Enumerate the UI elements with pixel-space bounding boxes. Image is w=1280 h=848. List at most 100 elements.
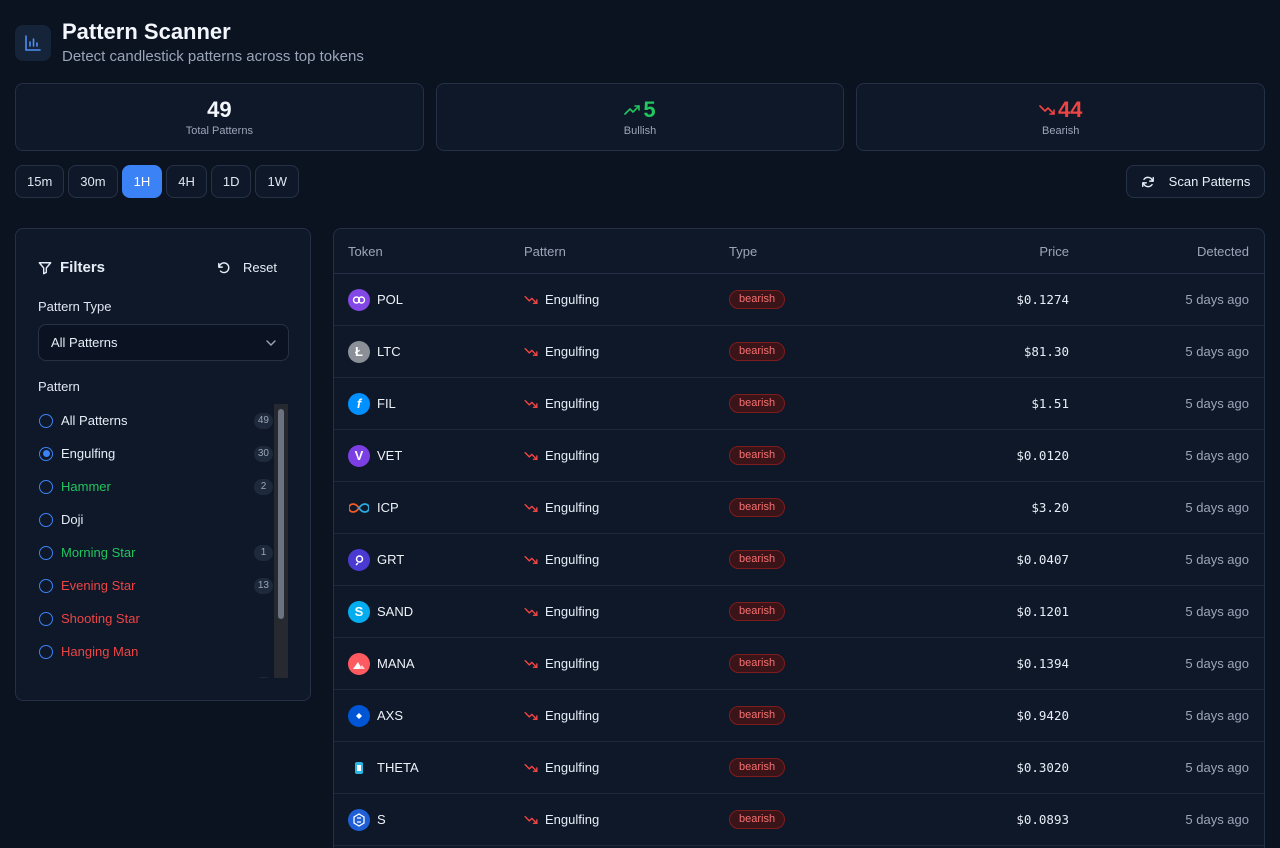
detected-cell: 5 days ago [1185,344,1249,359]
pattern-option-label: Evening Star [61,578,136,593]
pattern-name: Engulfing [545,448,600,463]
col-token[interactable]: Token [334,244,524,259]
detected-cell: 5 days ago [1185,448,1249,463]
pattern-list-scroll-thumb[interactable] [278,409,284,619]
s-icon [348,808,370,831]
token-symbol: ICP [377,500,399,515]
type-badge: bearish [729,290,786,309]
scan-patterns-label: Scan Patterns [1168,174,1251,189]
detected-cell: 5 days ago [1185,656,1249,671]
radio-button[interactable] [39,611,53,626]
pattern-option-label: Hanging Man [61,644,139,659]
radio-button[interactable] [39,677,53,678]
col-price[interactable]: Price [919,244,1069,259]
pattern-option[interactable]: Engulfing 30 [37,437,289,470]
stat-bearish: 44 Bearish [856,83,1266,151]
detected-cell: 5 days ago [1185,500,1249,515]
table-row[interactable]: MANA Engulfing bearish $0.1394 5 days ago [334,638,1264,690]
trending-down-icon [524,659,538,668]
trending-down-icon [524,711,538,720]
type-badge: bearish [729,602,786,621]
timeframe-30m[interactable]: 30m [68,165,118,198]
pattern-option[interactable]: Morning Star 1 [37,536,289,569]
page-header: Pattern Scanner Detect candlestick patte… [15,18,364,65]
radio-button[interactable] [39,578,53,593]
table-row[interactable]: AXS Engulfing bearish $0.9420 5 days ago [334,690,1264,742]
col-pattern[interactable]: Pattern [524,244,729,259]
token-symbol: SAND [377,604,414,619]
pattern-option[interactable]: Hanging Man [37,635,289,668]
table-body: POL Engulfing bearish $0.1274 5 days ago Ł LTC… [334,274,1264,846]
vet-icon: V [348,444,370,467]
sand-icon: S [348,600,370,623]
pattern-count-badge: 30 [253,445,273,462]
timeframe-1h[interactable]: 1H [121,165,163,198]
pattern-option-label: All Patterns [61,413,128,428]
radio-button[interactable] [39,512,53,527]
pattern-option[interactable]: All Patterns 49 [37,404,289,437]
pattern-name: Engulfing [545,604,600,619]
mana-icon [348,652,370,675]
price-cell: $0.1201 [1016,604,1069,619]
timeframe-15m[interactable]: 15m [15,165,65,198]
radio-button[interactable] [39,413,53,428]
grt-icon [348,548,370,571]
table-row[interactable]: THETA Engulfing bearish $0.3020 5 days ago [334,742,1264,794]
table-row[interactable]: S Engulfing bearish $0.0893 5 days ago [334,794,1264,846]
col-type[interactable]: Type [729,244,919,259]
pattern-option[interactable]: Harami 2 [37,668,289,678]
radio-button[interactable] [39,446,53,461]
token-symbol: GRT [377,552,405,567]
stat-total: 49 Total Patterns [15,83,424,151]
trending-down-icon [524,295,538,304]
fil-icon: f [348,392,370,415]
table-row[interactable]: POL Engulfing bearish $0.1274 5 days ago [334,274,1264,326]
bar-chart-icon [15,25,51,61]
token-symbol: LTC [377,344,401,359]
stat-bearish-label: Bearish [1042,125,1080,137]
reset-button[interactable]: Reset [217,260,277,275]
radio-button[interactable] [39,545,53,560]
pattern-name: Engulfing [545,552,600,567]
pattern-type-select[interactable]: All Patterns [38,324,289,361]
radio-button[interactable] [39,479,53,494]
table-row[interactable]: ICP Engulfing bearish $3.20 5 days ago [334,482,1264,534]
pattern-option[interactable]: Hammer 2 [37,470,289,503]
page-subtitle: Detect candlestick patterns across top t… [62,48,364,65]
filters-panel: Filters Reset Pattern Type All Patterns … [15,228,311,701]
detected-cell: 5 days ago [1185,708,1249,723]
detected-cell: 5 days ago [1185,812,1249,827]
radio-button[interactable] [39,644,53,659]
type-badge: bearish [729,654,786,673]
pattern-count-badge: 1 [254,544,273,561]
type-badge: bearish [729,446,786,465]
detected-cell: 5 days ago [1185,292,1249,307]
table-row[interactable]: S SAND Engulfing bearish $0.1201 5 days ago [334,586,1264,638]
table-row[interactable]: Ł LTC Engulfing bearish $81.30 5 days ago [334,326,1264,378]
col-detected[interactable]: Detected [1069,244,1249,259]
scan-patterns-button[interactable]: Scan Patterns [1126,165,1265,198]
price-cell: $0.0120 [1016,448,1069,463]
type-badge: bearish [729,706,786,725]
type-badge: bearish [729,394,786,413]
price-cell: $0.9420 [1016,708,1069,723]
pattern-option[interactable]: Doji [37,503,289,536]
pattern-option[interactable]: Shooting Star [37,602,289,635]
timeframe-4h[interactable]: 4H [166,165,207,198]
table-row[interactable]: V VET Engulfing bearish $0.0120 5 days ago [334,430,1264,482]
trending-down-icon [524,399,538,408]
pattern-count-badge: 13 [253,577,273,594]
timeframe-1d[interactable]: 1D [210,165,252,198]
stats-row: 49 Total Patterns 5 Bullish 44 Bearish [15,83,1266,151]
timeframe-1w[interactable]: 1W [255,165,299,198]
price-cell: $0.1274 [1016,292,1069,307]
pattern-option[interactable]: Evening Star 13 [37,569,289,602]
table-row[interactable]: GRT Engulfing bearish $0.0407 5 days ago [334,534,1264,586]
pattern-option-label: Harami [61,677,103,678]
theta-icon [348,756,370,779]
table-row[interactable]: f FIL Engulfing bearish $1.51 5 days ago [334,378,1264,430]
chevron-down-icon [266,339,276,346]
stat-total-label: Total Patterns [185,125,253,137]
type-badge: bearish [729,550,786,569]
pattern-option-label: Engulfing [61,446,116,461]
